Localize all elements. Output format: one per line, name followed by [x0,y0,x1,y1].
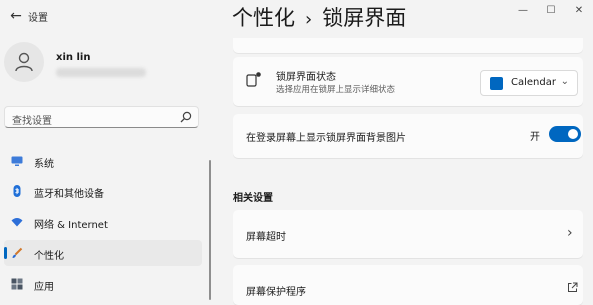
show-background-title: 在登录屏幕上显示锁屏界面背景图片 [246,133,406,144]
screen-timeout-row[interactable]: 屏幕超时 › [233,210,583,258]
breadcrumb-parent[interactable]: 个性化 [232,6,295,30]
chevron-down-icon: ⌄ [560,76,569,87]
toggle-state-label: 开 [530,132,540,143]
dropdown-value: Calendar [511,77,556,88]
sidebar-item-apps[interactable]: 应用 [4,271,202,297]
breadcrumb: 个性化 › 锁屏界面 [232,2,406,32]
chevron-right-icon: › [567,225,573,241]
back-arrow-icon[interactable]: ← [6,6,26,26]
screen-saver-label: 屏幕保护程序 [246,287,306,298]
window-controls: — ☐ ✕ [509,0,593,20]
sidebar-item-system[interactable]: 系统 [4,148,202,174]
related-settings-heading: 相关设置 [233,193,273,204]
minimize-icon[interactable]: — [509,0,537,20]
app-title: 设置 [28,13,48,24]
system-icon [11,156,23,166]
search-icon[interactable] [179,110,193,124]
show-background-card: 在登录屏幕上显示锁屏界面背景图片 开 [233,114,583,158]
search-placeholder: 查找设置 [12,116,52,127]
sidebar-item-personalization[interactable]: 个性化 [4,240,202,266]
screen-saver-row[interactable]: 屏幕保护程序 [233,265,583,305]
user-icon [15,52,33,72]
brush-icon [12,247,23,258]
selection-indicator [4,247,7,259]
sidebar-item-bluetooth[interactable]: 蓝牙和其他设备 [4,178,202,204]
lock-screen-status-card: 锁屏界面状态 选择应用在锁屏上显示详细状态 Calendar ⌄ [233,57,583,106]
toggle-knob [568,129,578,139]
search-input[interactable]: 查找设置 [4,106,199,128]
breadcrumb-separator: › [305,9,313,30]
user-email-redacted [56,68,146,77]
show-background-toggle[interactable] [549,126,581,142]
maximize-icon[interactable]: ☐ [537,0,565,20]
lock-screen-status-title: 锁屏界面状态 [276,72,336,83]
lock-screen-status-dropdown[interactable]: Calendar ⌄ [480,70,578,96]
lock-screen-status-subtitle: 选择应用在锁屏上显示详细状态 [276,85,396,95]
close-icon[interactable]: ✕ [565,0,593,20]
sidebar-item-label: 系统 [34,159,54,170]
sidebar-item-label: 个性化 [34,251,64,262]
apps-icon [11,278,23,290]
sidebar-item-label: 应用 [34,282,54,293]
lock-screen-status-icon [246,72,261,87]
sidebar-item-label: 网络 & Internet [34,220,108,231]
sidebar-item-network[interactable]: 网络 & Internet [4,209,202,235]
sidebar-scrollbar[interactable] [209,160,211,300]
screen-timeout-label: 屏幕超时 [246,232,286,243]
user-name: xin lin [56,52,91,63]
page-title: 锁屏界面 [322,6,407,30]
wifi-icon [11,218,23,227]
lock-screen-background-card [233,38,583,53]
avatar[interactable] [4,42,44,82]
sidebar-item-label: 蓝牙和其他设备 [34,189,104,200]
external-link-icon [568,282,578,292]
calendar-app-icon [490,77,503,90]
bluetooth-icon [13,185,21,197]
